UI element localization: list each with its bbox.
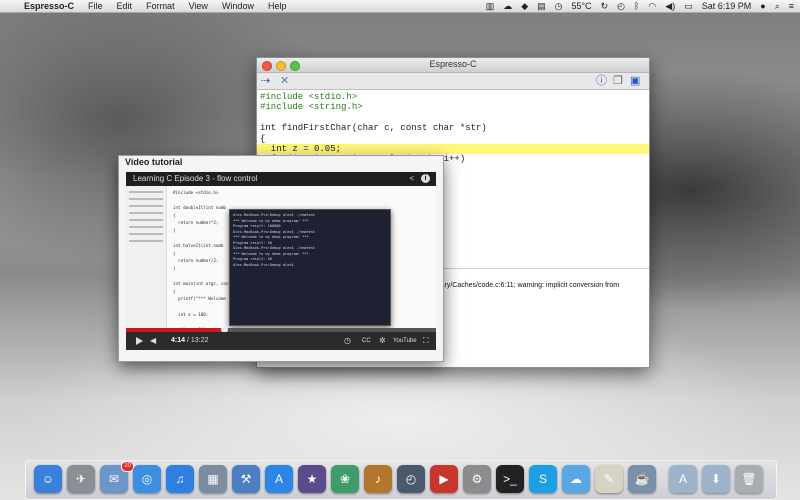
volume-icon[interactable]: ◀) bbox=[665, 0, 675, 12]
trash-icon[interactable]: 🗑 bbox=[735, 465, 763, 493]
imovie-icon[interactable]: ★ bbox=[298, 465, 326, 493]
fullscreen-icon[interactable]: ⛶ bbox=[423, 332, 429, 350]
output-line: /Library/Caches/code.c:6:11: warning: im… bbox=[427, 282, 620, 289]
layout-toggle-icon[interactable]: ▣ bbox=[630, 74, 640, 88]
finder-icon[interactable]: ☺ bbox=[34, 465, 62, 493]
video-title[interactable]: Learning C Episode 3 - flow control bbox=[133, 174, 258, 183]
settings-gear-icon[interactable]: ✲ bbox=[379, 332, 386, 350]
stop-icon[interactable]: ✕ bbox=[280, 74, 289, 88]
app-store-icon[interactable]: A bbox=[265, 465, 293, 493]
menu-bar: Espresso-C File Edit Format View Window … bbox=[0, 0, 800, 13]
spotlight-icon[interactable]: ⌕ bbox=[775, 0, 780, 12]
dock: ☺ ✈ ✉ 20 ◎ ♫ ▦ ⚒ A ★ ❀ ♪ ◴ ▶ ⚙ >_ S ☁ ✎ ☕ A ⬇ 🗑 bbox=[25, 460, 777, 500]
status-icon-1[interactable]: ▥ bbox=[486, 0, 495, 12]
code-line: int findFirstChar(char c, const char *st… bbox=[260, 123, 487, 134]
total-time: 13:22 bbox=[190, 337, 209, 344]
menu-format[interactable]: Format bbox=[146, 0, 175, 12]
xcode-icon[interactable]: ⚒ bbox=[232, 465, 260, 493]
skype-icon[interactable]: S bbox=[529, 465, 557, 493]
mail-icon[interactable]: ✉ 20 bbox=[100, 461, 134, 493]
captions-button[interactable]: CC bbox=[362, 332, 371, 350]
editor-window-title: Espresso-C bbox=[429, 59, 477, 69]
system-preferences-icon[interactable]: ⚙ bbox=[463, 465, 491, 493]
editor-toolbar: ⇢ ✕ ⓘ ❐ ▣ bbox=[257, 73, 649, 90]
video-player[interactable]: Learning C Episode 3 - flow control < i … bbox=[126, 172, 436, 350]
current-time: 4:14 bbox=[171, 337, 186, 344]
video-tutorial-window: Video tutorial Learning C Episode 3 - fl… bbox=[118, 155, 444, 362]
status-area: ▥ ☁ ◆ ▤ ◷ 55°C ↻ ◴ ᛒ ◠ ◀) ▭ Sat 6:19 PM … bbox=[477, 0, 794, 12]
parallels-icon[interactable]: ▶ bbox=[430, 465, 458, 493]
volume-icon[interactable]: ◀ bbox=[150, 332, 156, 350]
code-line: { bbox=[260, 133, 266, 144]
output-line: ion] bbox=[427, 290, 649, 299]
monitor-icon[interactable]: ▤ bbox=[537, 0, 546, 12]
clock-status-icon[interactable]: ◷ bbox=[555, 0, 563, 12]
menu-help[interactable]: Help bbox=[268, 0, 287, 12]
video-controls: ◀ 4:14 / 13:22 ◷ CC ✲ YouTube ⛶ bbox=[126, 332, 436, 350]
terminal-icon[interactable]: >_ bbox=[496, 465, 524, 493]
code-line: #include <stdio.h> bbox=[260, 92, 358, 102]
cloud-icon[interactable]: ☁ bbox=[503, 0, 512, 12]
garageband-icon[interactable]: ♪ bbox=[364, 465, 392, 493]
time-machine-icon[interactable]: ◴ bbox=[397, 465, 425, 493]
watch-later-icon[interactable]: ◷ bbox=[344, 332, 351, 350]
player-header: Learning C Episode 3 - flow control < i bbox=[126, 172, 436, 186]
menu-view[interactable]: View bbox=[189, 0, 208, 12]
espresso-c-icon[interactable]: ☕ bbox=[628, 465, 656, 493]
video-window-title: Video tutorial bbox=[125, 157, 183, 167]
video-frame-sidebar bbox=[126, 186, 167, 328]
help-icon[interactable]: ⓘ bbox=[596, 74, 607, 88]
menu-clock[interactable]: Sat 6:19 PM bbox=[702, 0, 752, 12]
time-machine-status-icon[interactable]: ◴ bbox=[617, 0, 625, 12]
video-frame-terminal: Alex-MacBook-Pro:Debug alex$ ./cmdtest *… bbox=[229, 209, 391, 326]
youtube-logo[interactable]: YouTube bbox=[393, 332, 417, 350]
sync-icon[interactable]: ↻ bbox=[601, 0, 609, 12]
preview-icon[interactable]: ▦ bbox=[199, 465, 227, 493]
bluetooth-icon[interactable]: ᛒ bbox=[634, 0, 639, 12]
user-icon[interactable]: ● bbox=[760, 0, 765, 12]
copy-icon[interactable]: ❐ bbox=[613, 74, 623, 88]
battery-icon[interactable]: ▭ bbox=[684, 0, 693, 12]
downloads-folder-icon[interactable]: ⬇ bbox=[702, 465, 730, 493]
notification-center-icon[interactable]: ≡ bbox=[789, 0, 794, 12]
messages-icon[interactable]: ☁ bbox=[562, 465, 590, 493]
itunes-icon[interactable]: ♫ bbox=[166, 465, 194, 493]
menu-file[interactable]: File bbox=[88, 0, 103, 12]
textedit-icon[interactable]: ✎ bbox=[595, 465, 623, 493]
wifi-icon[interactable]: ◠ bbox=[648, 0, 656, 12]
share-icon[interactable]: < bbox=[409, 172, 414, 186]
menu-window[interactable]: Window bbox=[222, 0, 254, 12]
menu-app-name[interactable]: Espresso-C bbox=[24, 0, 74, 12]
launchpad-icon[interactable]: ✈ bbox=[67, 465, 95, 493]
iphoto-icon[interactable]: ❀ bbox=[331, 465, 359, 493]
editor-titlebar[interactable]: Espresso-C bbox=[257, 58, 649, 73]
info-icon[interactable]: i bbox=[421, 174, 430, 183]
run-icon[interactable]: ⇢ bbox=[261, 74, 270, 88]
applications-folder-icon[interactable]: A bbox=[669, 465, 697, 493]
menu-edit[interactable]: Edit bbox=[117, 0, 133, 12]
temperature-readout[interactable]: 55°C bbox=[572, 0, 592, 12]
dropbox-icon[interactable]: ◆ bbox=[521, 0, 528, 12]
code-line: #include <string.h> bbox=[260, 102, 363, 113]
video-frame[interactable]: #include <stdio.h> int doubleIt(int numb… bbox=[126, 186, 436, 328]
safari-icon[interactable]: ◎ bbox=[133, 465, 161, 493]
play-icon[interactable] bbox=[136, 337, 143, 345]
code-line-highlighted: int z = 0.05; bbox=[257, 143, 649, 155]
video-time: 4:14 / 13:22 bbox=[171, 337, 209, 344]
